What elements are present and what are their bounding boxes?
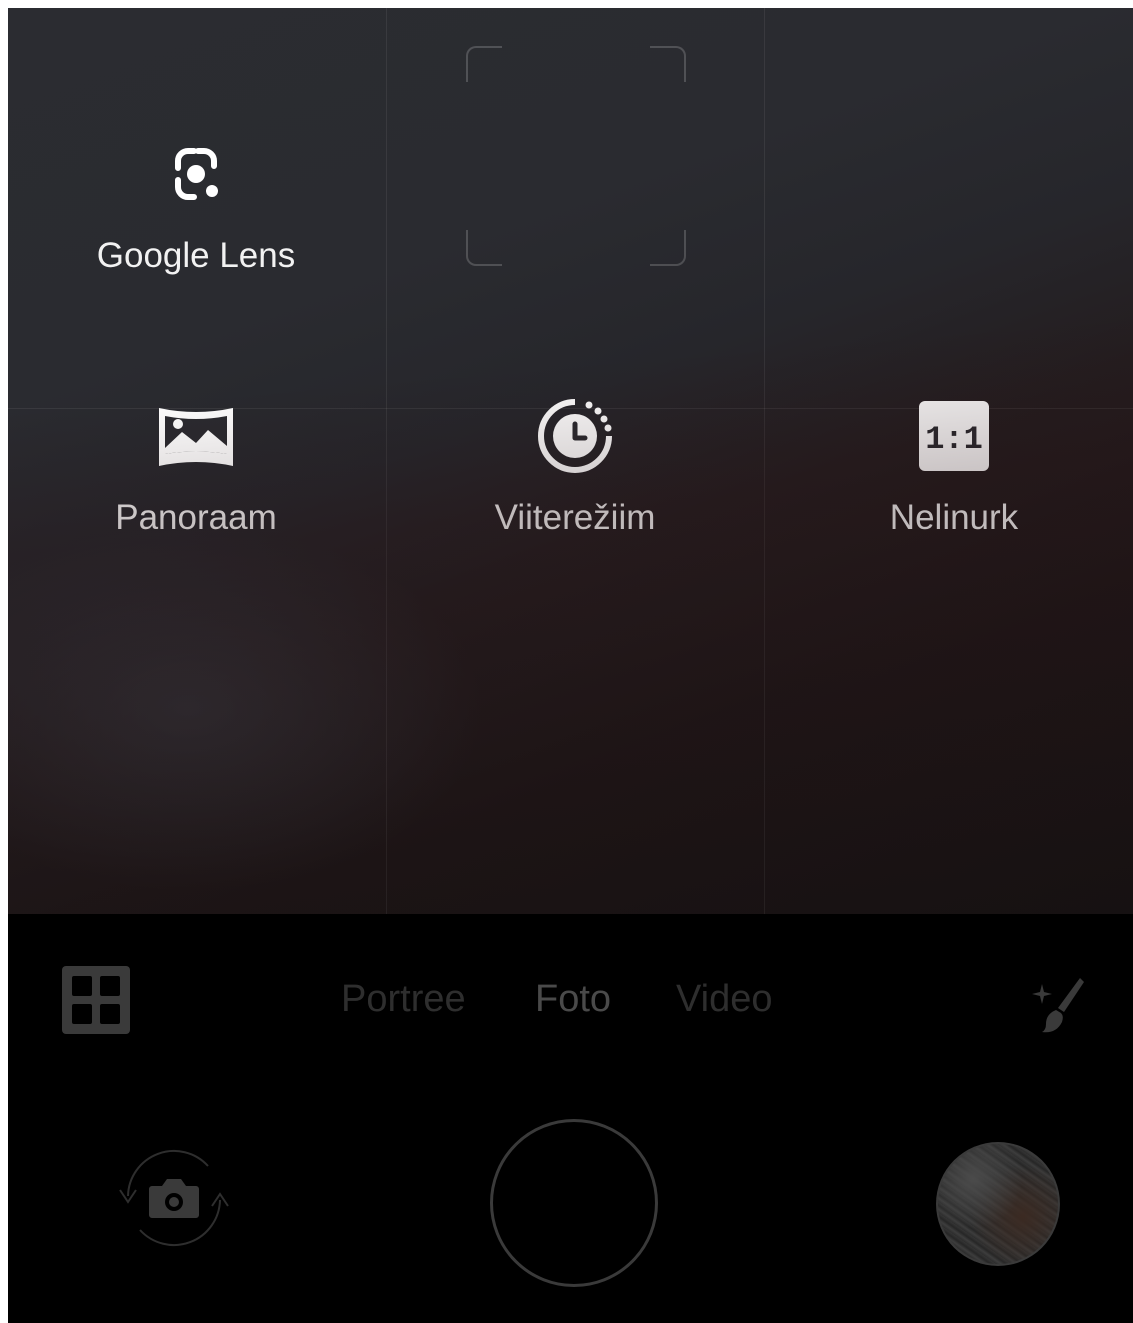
- mode-label: Viiterežiim: [494, 498, 656, 537]
- tab-photo[interactable]: Foto: [535, 974, 611, 1024]
- mode-panorama[interactable]: Panoraam: [46, 396, 346, 538]
- shutter-button[interactable]: [490, 1119, 658, 1287]
- grid-line-vertical-1: [386, 8, 387, 914]
- timelapse-icon: [538, 399, 612, 473]
- focus-frame: [466, 46, 686, 266]
- tab-video[interactable]: Video: [676, 974, 773, 1024]
- camera-screen: Google Lens Panoraam Viiterežiim 1:1 Nel…: [8, 8, 1133, 1323]
- mode-label: Google Lens: [96, 236, 296, 275]
- mode-tabs: Portree Foto Video: [8, 974, 1133, 1024]
- mode-square[interactable]: 1:1 Nelinurk: [804, 396, 1104, 538]
- grid-line-vertical-2: [764, 8, 765, 914]
- switch-camera-icon[interactable]: [108, 1140, 240, 1256]
- gallery-thumbnail[interactable]: [936, 1142, 1060, 1266]
- mode-google-lens[interactable]: Google Lens: [46, 134, 346, 276]
- mode-label: Panoraam: [115, 498, 277, 537]
- grid-line-horizontal-1: [8, 408, 1133, 409]
- mode-label: Nelinurk: [889, 498, 1019, 537]
- square-ratio-text: 1:1: [925, 421, 983, 458]
- beauty-brush-icon[interactable]: [1028, 974, 1088, 1034]
- panorama-icon: [159, 408, 233, 466]
- viewfinder[interactable]: Google Lens Panoraam Viiterežiim 1:1 Nel…: [8, 8, 1133, 914]
- google-lens-icon: [175, 148, 218, 200]
- camera-controls: Portree Foto Video: [8, 914, 1133, 1323]
- square-ratio-icon: 1:1: [919, 401, 989, 471]
- mode-timelapse[interactable]: Viiterežiim: [425, 396, 725, 538]
- tab-portrait[interactable]: Portree: [341, 974, 466, 1024]
